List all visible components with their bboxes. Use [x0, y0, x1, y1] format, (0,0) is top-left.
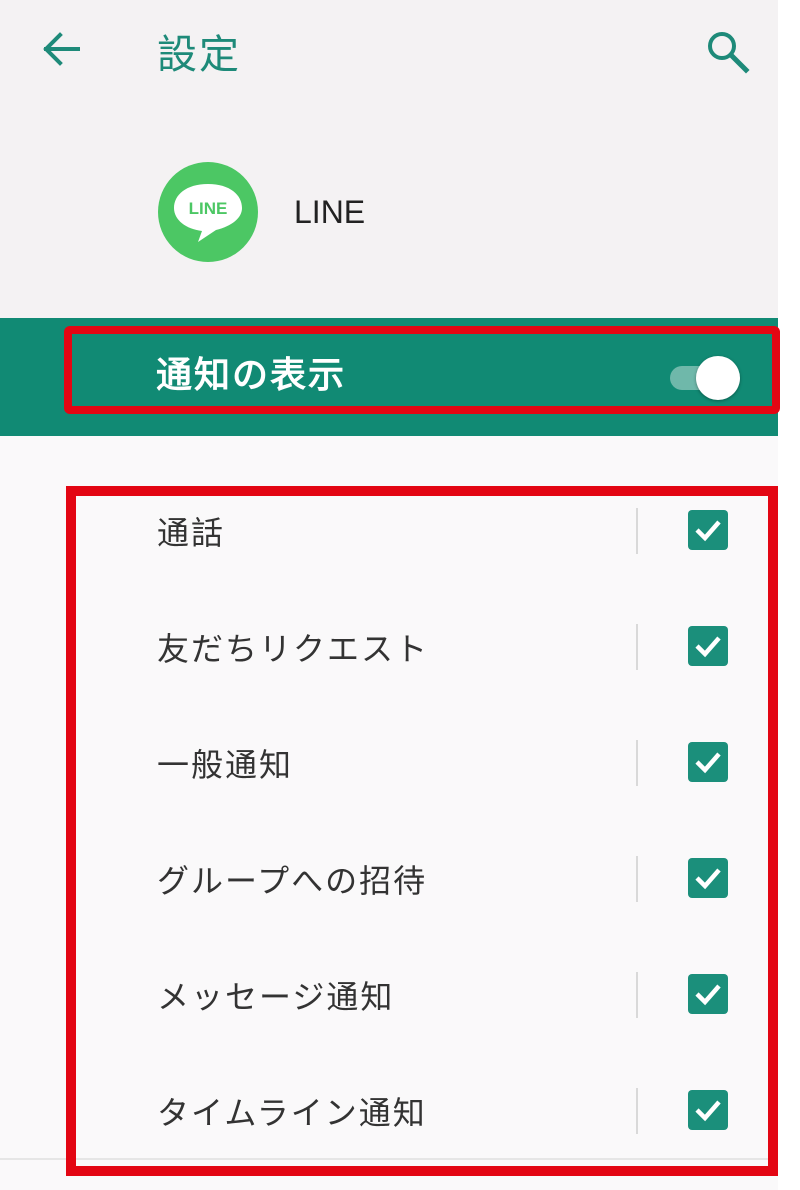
- channel-label: 通話: [157, 514, 226, 552]
- channel-row-general[interactable]: 一般通知: [0, 702, 778, 818]
- checkmark-icon: [695, 636, 721, 658]
- channel-row-calls[interactable]: 通話: [0, 470, 778, 586]
- show-notifications-row[interactable]: 通知の表示: [0, 318, 778, 436]
- channel-checkbox[interactable]: [688, 626, 728, 666]
- search-icon[interactable]: [704, 28, 750, 74]
- checkmark-icon: [695, 1100, 721, 1122]
- channel-row-timeline[interactable]: タイムライン通知: [0, 1050, 778, 1166]
- row-divider: [636, 624, 638, 670]
- show-notifications-label: 通知の表示: [156, 355, 347, 396]
- page-title: 設定: [157, 32, 241, 78]
- channel-label: 一般通知: [157, 746, 294, 784]
- channel-row-friend-requests[interactable]: 友だちリクエスト: [0, 586, 778, 702]
- line-logo-text: LINE: [189, 199, 228, 218]
- channel-label: グループへの招待: [157, 862, 428, 900]
- top-app-bar: 設定: [0, 0, 778, 100]
- arrow-left-icon[interactable]: [38, 26, 84, 72]
- checkmark-icon: [695, 520, 721, 542]
- show-notifications-toggle[interactable]: [666, 356, 740, 400]
- channel-label: 友だちリクエスト: [157, 630, 430, 668]
- channel-label: タイムライン通知: [157, 1094, 427, 1132]
- checkmark-icon: [695, 752, 721, 774]
- channel-checkbox[interactable]: [688, 858, 728, 898]
- row-divider: [636, 856, 638, 902]
- checkmark-icon: [695, 984, 721, 1006]
- channel-checkbox[interactable]: [688, 510, 728, 550]
- settings-screen: 設定 LINE LINE 通知の表示 通話 友だちリクエスト 一般通知 グループ…: [0, 0, 778, 1190]
- row-divider: [636, 972, 638, 1018]
- row-divider: [636, 1088, 638, 1134]
- channel-row-group-invites[interactable]: グループへの招待: [0, 818, 778, 934]
- row-divider: [636, 508, 638, 554]
- channel-checkbox[interactable]: [688, 742, 728, 782]
- app-info-header: LINE LINE: [0, 100, 778, 318]
- channel-label: メッセージ通知: [157, 978, 395, 1016]
- row-divider: [636, 740, 638, 786]
- line-app-icon: LINE: [158, 162, 258, 262]
- app-name: LINE: [294, 194, 366, 230]
- channel-row-messages[interactable]: メッセージ通知: [0, 934, 778, 1050]
- channel-checkbox[interactable]: [688, 1090, 728, 1130]
- bottom-divider: [0, 1158, 778, 1160]
- right-margin: [778, 0, 800, 1190]
- channel-checkbox[interactable]: [688, 974, 728, 1014]
- toggle-knob: [696, 356, 740, 400]
- checkmark-icon: [695, 868, 721, 890]
